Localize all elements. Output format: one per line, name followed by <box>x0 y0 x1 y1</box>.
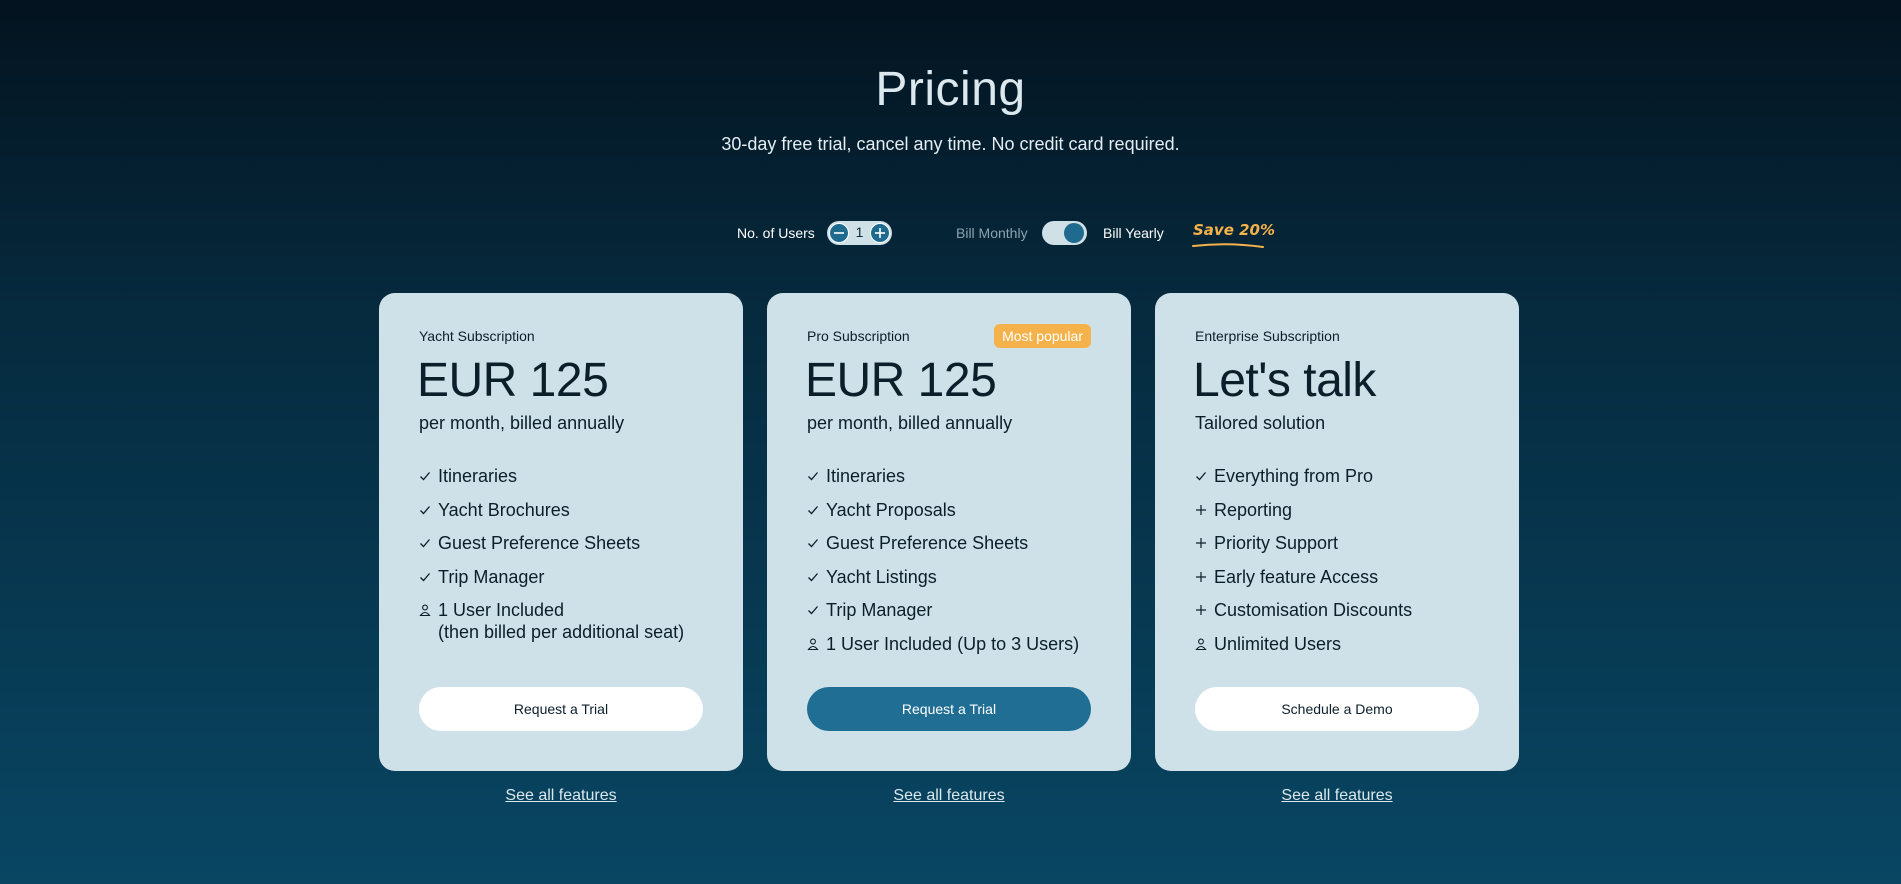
check-icon <box>420 539 430 548</box>
feature-text: Everything from Pro <box>1214 466 1374 486</box>
feature-item: Yacht Listings <box>807 566 1079 600</box>
pricing-controls: No. of Users 1 Bill Monthly Bill Yearly … <box>0 219 1901 248</box>
feature-text: Priority Support <box>1214 533 1339 553</box>
feature-text: Early feature Access <box>1214 566 1379 587</box>
feature-text: Guest Preference Sheets <box>438 533 641 553</box>
plan-card-yacht: Yacht Subscription EUR 125 per month, bi… <box>379 293 743 771</box>
plan-price: EUR 125 <box>805 354 997 407</box>
plus-icon <box>1196 571 1206 582</box>
check-icon <box>1196 472 1206 481</box>
feature-item: Trip Manager <box>807 599 1079 633</box>
check-icon <box>808 539 818 548</box>
toggle-knob <box>1064 223 1084 243</box>
request-trial-button[interactable]: Request a Trial <box>419 687 703 731</box>
feature-item: Customisation Discounts <box>1195 599 1412 633</box>
page-title: Pricing <box>875 63 1026 116</box>
check-icon <box>808 572 818 581</box>
plus-icon <box>1196 504 1206 515</box>
feature-item: Unlimited Users <box>1195 633 1412 667</box>
plan-name: Enterprise Subscription <box>1195 328 1340 344</box>
feature-text: 1 User Included (Up to 3 Users) <box>826 633 1080 654</box>
feature-item: Reporting <box>1195 499 1412 533</box>
bill-yearly-label[interactable]: Bill Yearly <box>1103 225 1164 241</box>
see-all-features-link[interactable]: See all features <box>379 787 743 805</box>
see-all-features-link[interactable]: See all features <box>767 787 1131 805</box>
feature-list: Itineraries Yacht Proposals Guest Prefer… <box>807 465 1079 666</box>
users-label: No. of Users <box>737 225 815 241</box>
plan-period: per month, billed annually <box>419 413 625 433</box>
plan-name: Yacht Subscription <box>419 328 535 344</box>
most-popular-badge: Most popular <box>994 324 1091 348</box>
feature-text: Unlimited Users <box>1214 633 1342 654</box>
feature-item: Priority Support <box>1195 532 1412 566</box>
bill-monthly-label[interactable]: Bill Monthly <box>956 225 1028 241</box>
feature-text: Trip Manager <box>826 600 933 620</box>
feature-text: Guest Preference Sheets <box>826 533 1029 553</box>
feature-list: Everything from Pro Reporting Priority S… <box>1195 465 1412 666</box>
save-underline-icon <box>1192 243 1264 248</box>
feature-text: Yacht Listings <box>826 566 937 587</box>
feature-text: Customisation Discounts <box>1214 600 1413 620</box>
billing-toggle[interactable] <box>1042 221 1087 245</box>
feature-text: Trip Manager <box>438 566 545 587</box>
user-icon <box>419 604 431 616</box>
feature-text: Yacht Brochures <box>438 499 570 520</box>
check-icon <box>808 606 818 615</box>
plan-period: per month, billed annually <box>807 413 1013 433</box>
feature-item: Guest Preference Sheets <box>807 532 1079 566</box>
plus-icon[interactable] <box>870 223 890 243</box>
request-trial-button[interactable]: Request a Trial <box>807 687 1091 731</box>
feature-text: Itineraries <box>826 466 906 486</box>
plan-price: Let's talk <box>1193 354 1376 407</box>
minus-icon[interactable] <box>829 223 849 243</box>
plus-icon <box>1196 538 1206 548</box>
feature-text: Reporting <box>1214 499 1293 520</box>
feature-item: Yacht Brochures <box>419 499 684 533</box>
plus-icon <box>1196 605 1206 615</box>
user-icon <box>1195 638 1207 650</box>
feature-text: Yacht Proposals <box>826 499 956 520</box>
page-subtitle: 30-day free trial, cancel any time. No c… <box>721 134 1180 154</box>
plan-card-pro: Pro Subscription Most popular EUR 125 pe… <box>767 293 1131 771</box>
see-all-features-link[interactable]: See all features <box>1155 787 1519 805</box>
plan-price: EUR 125 <box>417 354 609 407</box>
feature-subtext: (then billed per additional seat) <box>438 622 685 642</box>
feature-item: Itineraries <box>807 465 1079 499</box>
check-icon <box>420 505 430 514</box>
feature-text: 1 User Included <box>438 600 565 620</box>
plan-card-enterprise: Enterprise Subscription Let's talk Tailo… <box>1155 293 1519 771</box>
feature-item: 1 User Included (then billed per additio… <box>419 599 684 655</box>
save-badge: Save 20% <box>1193 221 1276 239</box>
users-stepper[interactable]: 1 <box>827 221 892 245</box>
feature-item: Itineraries <box>419 465 684 499</box>
feature-item: Everything from Pro <box>1195 465 1412 499</box>
feature-list: Itineraries Yacht Brochures Guest Prefer… <box>419 465 684 655</box>
check-icon <box>420 572 430 581</box>
feature-item: Yacht Proposals <box>807 499 1079 533</box>
schedule-demo-button[interactable]: Schedule a Demo <box>1195 687 1479 731</box>
check-icon <box>420 472 430 481</box>
plan-name: Pro Subscription <box>807 328 910 344</box>
check-icon <box>808 472 818 481</box>
check-icon <box>808 505 818 514</box>
plan-period: Tailored solution <box>1195 413 1326 433</box>
feature-item: Early feature Access <box>1195 566 1412 600</box>
users-count[interactable]: 1 <box>849 224 870 240</box>
feature-item: Trip Manager <box>419 566 684 600</box>
feature-item: 1 User Included (Up to 3 Users) <box>807 633 1079 667</box>
feature-text: Itineraries <box>438 466 518 486</box>
feature-item: Guest Preference Sheets <box>419 532 684 566</box>
user-icon <box>807 638 819 650</box>
